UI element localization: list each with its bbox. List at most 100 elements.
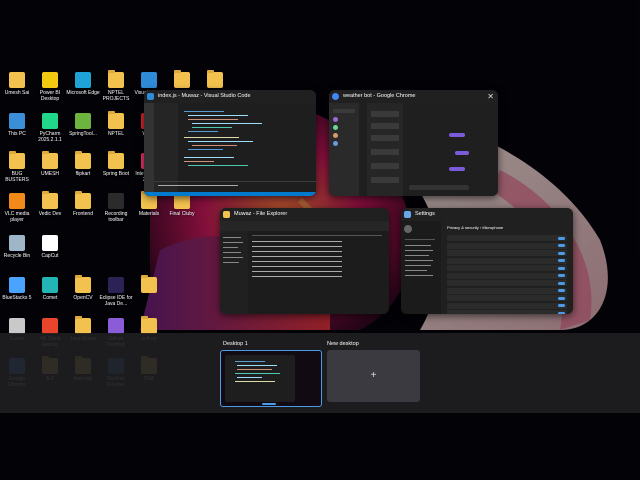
desktop-icon[interactable]: This PC xyxy=(0,113,34,137)
window-title-bar[interactable]: index.js - Muwaz - Visual Studio Code xyxy=(144,90,316,103)
gear-icon xyxy=(404,211,411,218)
toggle-switch xyxy=(558,274,565,277)
settings-row xyxy=(447,295,567,301)
window-title-bar[interactable]: Muwaz - File Explorer xyxy=(220,208,389,221)
window-chrome[interactable]: weather bot - Google Chrome ✕ xyxy=(329,90,498,196)
window-file-explorer[interactable]: Muwaz - File Explorer xyxy=(220,208,389,314)
desktop-icon-label: NPTEL xyxy=(107,131,125,137)
folder-icon xyxy=(141,275,157,293)
desktop-icon-label: PyCharm 2025.2.1.1 xyxy=(38,131,62,143)
toggle-switch xyxy=(558,311,565,314)
desktop-icon[interactable]: Materials xyxy=(132,191,166,217)
desktop-icon[interactable]: BlueStacks 5 xyxy=(0,277,34,301)
desktop-icon[interactable]: SpringTool... xyxy=(66,113,100,137)
desktop-icon-label: Power BI Desktop xyxy=(39,90,61,102)
desktop-icon[interactable]: Power BI Desktop xyxy=(33,72,67,102)
settings-row xyxy=(447,265,567,271)
settings-heading: Privacy & security › Microphone xyxy=(447,225,504,230)
desktop-icon-label: UMESH xyxy=(40,171,60,177)
settings-row xyxy=(447,310,567,314)
app-icon xyxy=(9,113,25,129)
desktop-icon[interactable]: Microsoft Edge xyxy=(66,72,100,96)
settings-row xyxy=(447,257,567,264)
desktop-icon-label: Recording toolbar xyxy=(104,211,128,223)
toggle-switch xyxy=(558,236,565,240)
desktop-icon[interactable]: VLC media player xyxy=(0,193,34,223)
folder-icon xyxy=(174,70,190,88)
desktop-icon-label: Vedic Dev xyxy=(38,211,62,217)
desktop-icon[interactable]: Eclipse IDE for Java De... xyxy=(99,277,133,307)
app-icon xyxy=(9,277,25,293)
desktop-1-thumbnail[interactable] xyxy=(220,350,322,407)
new-desktop-button[interactable]: + xyxy=(327,350,420,402)
desktop-icon[interactable]: Comet xyxy=(33,277,67,301)
toggle-switch xyxy=(558,266,565,270)
app-icon xyxy=(42,113,58,129)
desktop-icon[interactable]: Frontend xyxy=(66,191,100,217)
desktop-icon-label: This PC xyxy=(8,131,26,137)
settings-row xyxy=(447,302,567,309)
folder-icon xyxy=(108,111,124,129)
desktop-icon[interactable]: CapCut xyxy=(33,235,67,259)
window-title-bar[interactable]: weather bot - Google Chrome ✕ xyxy=(329,90,498,103)
settings-row xyxy=(447,272,567,279)
desktop-icon[interactable]: BUG BUSTERS xyxy=(0,151,34,183)
folder-icon xyxy=(108,151,124,169)
desktop-icon[interactable] xyxy=(165,70,199,90)
app-icon xyxy=(141,72,157,88)
settings-nav xyxy=(401,221,441,314)
window-preview: Privacy & security › Microphone xyxy=(401,221,573,314)
desktop-icon[interactable]: PyCharm 2025.2.1.1 xyxy=(33,113,67,143)
desktop-icon-label: Umesh Sai xyxy=(4,90,30,96)
settings-row xyxy=(447,250,567,256)
window-preview xyxy=(144,103,316,196)
desktop-icon[interactable]: UMESH xyxy=(33,151,67,177)
window-title: weather bot - Google Chrome xyxy=(343,93,416,99)
toggle-switch xyxy=(558,296,565,300)
desktop-icon-label: OpenCV xyxy=(73,295,93,301)
window-title-bar[interactable]: Settings xyxy=(401,208,573,221)
desktop-icon[interactable]: Recycle Bin xyxy=(0,235,34,259)
window-vscode[interactable]: index.js - Muwaz - Visual Studio Code xyxy=(144,90,316,196)
folder-icon xyxy=(75,275,91,293)
explorer-pane xyxy=(154,103,178,196)
desktop-icon-label: Spring Boot xyxy=(102,171,130,177)
desktop-icon[interactable]: Recording toolbar xyxy=(99,193,133,223)
close-icon[interactable]: ✕ xyxy=(487,90,494,103)
desktop-icon[interactable]: Final Cluby xyxy=(165,191,199,217)
app-icon xyxy=(9,193,25,209)
desktop-icon-label: Final Cluby xyxy=(169,211,195,217)
app-icon xyxy=(42,235,58,251)
toggle-switch xyxy=(558,281,565,285)
settings-row xyxy=(447,280,567,286)
desktop-icon[interactable]: NPTEL PROJECTS xyxy=(99,70,133,102)
window-title: Muwaz - File Explorer xyxy=(234,211,288,217)
desktop-icon[interactable]: Spring Boot xyxy=(99,151,133,177)
desktop-icon-label: Recycle Bin xyxy=(3,253,31,259)
desktop-icon-label: BlueStacks 5 xyxy=(2,295,32,301)
activity-bar xyxy=(144,103,154,196)
window-title: index.js - Muwaz - Visual Studio Code xyxy=(158,93,251,99)
folder-icon xyxy=(42,191,58,209)
desktop-icon-label: VLC media player xyxy=(4,211,30,223)
app-icon xyxy=(42,277,58,293)
chrome-icon xyxy=(332,93,339,100)
desktop-icon[interactable]: flipkart xyxy=(66,151,100,177)
folder-icon xyxy=(75,151,91,169)
app-icon xyxy=(9,72,25,88)
window-settings[interactable]: Settings Privacy & security › Microphone xyxy=(401,208,573,314)
desktop-icon-label: Frontend xyxy=(72,211,93,217)
desktop-icon[interactable] xyxy=(132,275,166,295)
desktop-icon[interactable]: NPTEL xyxy=(99,111,133,137)
desktop-icon-label: Eclipse IDE for Java De... xyxy=(99,295,133,307)
desktop-icon-label: Microsoft Edge xyxy=(66,90,100,96)
desktop-icon[interactable]: Vedic Dev xyxy=(33,191,67,217)
desktop-icon[interactable] xyxy=(198,70,232,90)
virtual-desktops-bar: Desktop 1 New desktop + xyxy=(0,333,640,413)
toggle-switch xyxy=(558,244,565,247)
folder-icon xyxy=(141,316,157,334)
desktop-icon[interactable]: Umesh Sai xyxy=(0,72,34,96)
desktop-icon[interactable]: OpenCV xyxy=(66,275,100,301)
active-desktop-indicator xyxy=(262,403,276,405)
toggle-switch xyxy=(558,304,565,307)
